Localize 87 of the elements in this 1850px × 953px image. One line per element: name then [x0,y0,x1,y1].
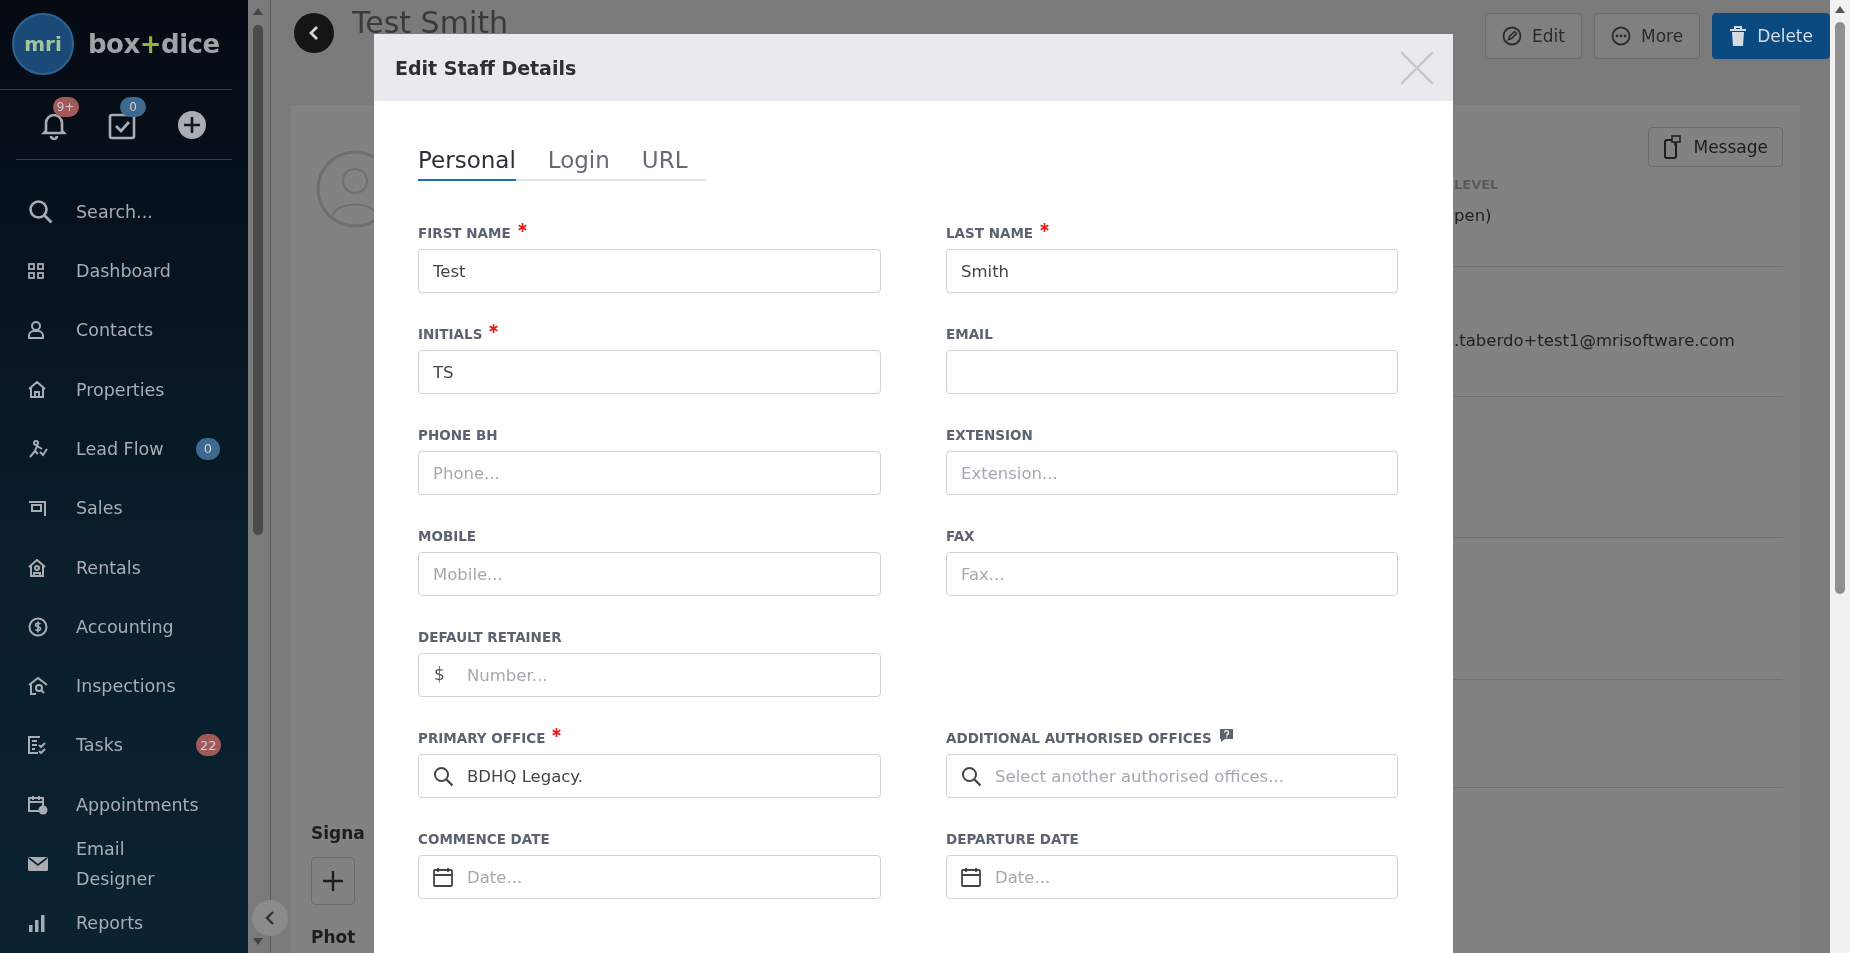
more-icon [1611,26,1631,46]
more-button[interactable]: More [1594,13,1701,59]
field-label: COMMENCE DATE [418,830,550,849]
page-scrollbar[interactable] [1830,0,1850,953]
field-label: FIRST NAME [418,224,511,243]
input-field[interactable]: TS [418,350,881,394]
chevron-left-icon [265,910,275,926]
help-icon[interactable] [1218,728,1234,743]
search-icon [28,198,54,225]
nav-item[interactable]: Contacts [0,300,248,361]
date-field[interactable]: Date... [946,855,1398,899]
nav-item[interactable]: Dashboard [0,241,248,301]
scroll-down-arrow-icon[interactable] [253,938,263,945]
back-button[interactable] [294,13,334,53]
input-field[interactable]: Fax... [946,552,1398,596]
edit-button[interactable]: Edit [1485,13,1582,59]
dollar-coin-icon [28,616,48,637]
field-label: EMAIL [946,325,993,344]
input-field[interactable] [946,350,1398,394]
sign-board-icon [28,500,46,517]
nav-item[interactable]: Email Designer [0,834,248,894]
pencil-icon [1502,26,1523,46]
section-heading: Signa [311,823,366,843]
search-field[interactable]: Select another authorised offices... [946,754,1398,798]
phone-message-icon [1663,135,1682,159]
dialog-title: Edit Staff Details [395,56,577,79]
nav-item[interactable]: Sales [0,478,248,538]
field-label: DEPARTURE DATE [946,830,1079,849]
nav-item[interactable]: Properties [0,360,248,420]
nav-item[interactable]: Tasks 22 [0,715,248,776]
field-label: DEFAULT RETAINER [418,628,562,647]
delete-button[interactable]: Delete [1712,13,1830,59]
input-field[interactable]: Mobile... [418,552,881,596]
nav-item[interactable]: Accounting [0,597,248,657]
collapse-sidebar-button[interactable] [252,900,288,936]
nav-item[interactable]: Rentals [0,537,248,598]
input-field[interactable]: Extension... [946,451,1398,495]
field-value: pen) [1454,206,1493,225]
email-value: .taberdo+test1@mrisoftware.com [1454,331,1735,350]
chevron-left-icon [308,25,320,41]
house-search-icon [28,677,48,696]
tab[interactable]: URL [641,147,688,181]
search-field[interactable]: BDHQ Legacy. [418,754,881,798]
bar-chart-icon [28,914,46,933]
field-label: MOBILE [418,527,477,546]
nav-item[interactable]: Lead Flow 0 [0,419,248,479]
grid-icon [28,263,44,280]
checklist-icon [28,736,46,755]
brand-name: box+dice [88,29,220,60]
field-label: EXTENSION [946,426,1033,445]
field-label: LAST NAME [946,224,1034,243]
date-field[interactable]: Date... [418,855,881,899]
trash-icon [1729,26,1748,46]
person-icon [28,321,44,340]
field-label: INITIALS [418,325,483,344]
nav-item[interactable]: Search... [0,182,248,242]
count-badge: 22 [196,734,221,757]
section-heading: Phot [311,927,357,947]
add-icon[interactable] [177,109,208,140]
nav-item[interactable]: Appointments [0,775,248,835]
message-button[interactable]: Message [1648,127,1783,167]
count-badge: 0 [120,96,146,117]
envelope-icon [28,857,48,872]
house-icon [28,381,46,399]
count-badge: 9+ [52,96,79,117]
add-signature-button[interactable] [311,857,355,905]
field-label: PHONE BH [418,426,498,445]
input-field[interactable]: Phone... [418,451,881,495]
field-label: ADDITIONAL AUTHORISED OFFICES [946,729,1212,748]
plus-icon [322,870,344,892]
logo-badge: mri [12,13,74,76]
input-field[interactable]: Smith [946,249,1398,293]
count-badge: 0 [196,437,220,460]
calendar-icon [28,794,48,815]
scrollbar-thumb[interactable] [1835,22,1845,594]
input-field[interactable]: Test [418,249,881,293]
field-label: FAX [946,527,975,546]
nav-item[interactable]: Reports [0,893,248,953]
nav-item[interactable]: Inspections [0,656,248,716]
running-person-icon [28,439,48,458]
tab[interactable]: Login [547,147,610,181]
house-person-icon [28,558,46,577]
scroll-up-arrow-icon[interactable] [1835,6,1845,13]
tab[interactable]: Personal [418,147,516,181]
field-label: PRIMARY OFFICE [418,729,546,748]
currency-prefix: $ [434,664,445,684]
scrollbar-thumb[interactable] [253,25,263,535]
